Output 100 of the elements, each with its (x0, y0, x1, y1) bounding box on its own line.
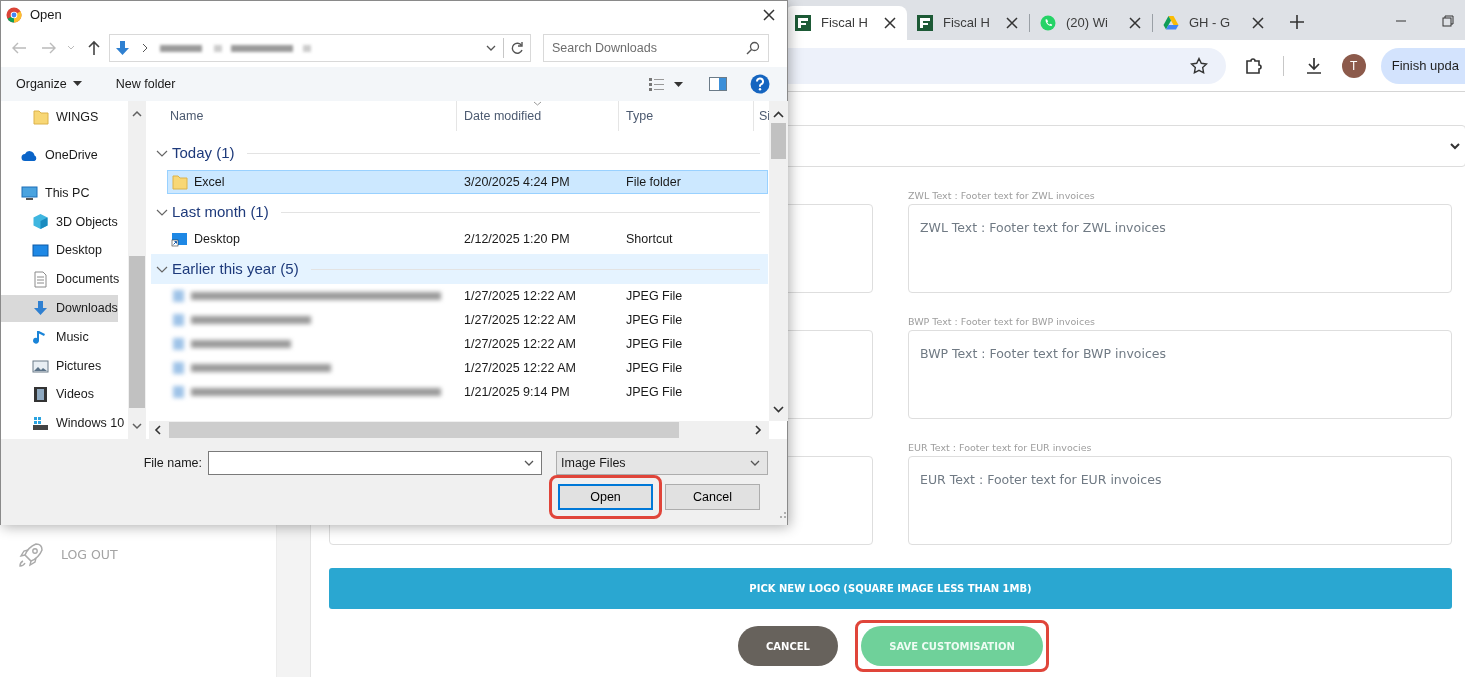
file-row[interactable]: Excel 3/20/2025 4:24 PM File folder (167, 170, 768, 194)
nav-item[interactable]: WINGS (1, 104, 99, 131)
file-name: Excel (194, 173, 225, 191)
view-options-icon[interactable] (648, 77, 686, 91)
close-icon[interactable] (762, 8, 776, 22)
date-cell-text: 3/20/2025 4:24 PM (463, 173, 571, 191)
date-cell-text: 1/27/2025 12:22 AM (463, 335, 577, 353)
field-label: ZWL Text : Footer text for ZWL invoices (908, 189, 1096, 202)
file-row[interactable]: 1/27/2025 12:22 AM JPEG File (167, 356, 768, 380)
folder-icon (171, 173, 188, 191)
shortcut-icon (171, 230, 188, 248)
file-row[interactable]: 1/27/2025 12:22 AM JPEG File (167, 332, 768, 356)
window-title: Open (30, 6, 63, 25)
nav-item[interactable]: Downloads (1, 294, 118, 322)
up-icon[interactable] (87, 40, 101, 56)
browser-tab[interactable]: (20) Wi (1030, 6, 1152, 40)
group-header[interactable]: Earlier this year (5) (151, 254, 768, 284)
cube-icon (32, 213, 49, 231)
download-icon (114, 39, 131, 57)
scrollbar[interactable] (149, 421, 769, 439)
desktop-icon (32, 242, 49, 260)
type-cell-text: JPEG File (625, 383, 683, 401)
nav-item[interactable]: Pictures (1, 352, 102, 380)
monitor-icon (21, 184, 38, 202)
scrollbar[interactable] (128, 101, 146, 439)
file-row[interactable]: 1/21/2025 9:14 PM JPEG File (167, 380, 768, 404)
browser-tab[interactable]: GH - G (1153, 6, 1275, 40)
column-header[interactable]: Type (618, 101, 753, 131)
film-icon (32, 386, 49, 404)
cancel-button[interactable]: CANCEL (738, 626, 838, 666)
organize-menu[interactable]: Organize (16, 74, 82, 94)
new-tab-icon[interactable] (1289, 14, 1305, 30)
nav-item[interactable]: 3D Objects (1, 208, 118, 236)
triangle-logo-icon (1163, 15, 1179, 31)
extensions-icon[interactable] (1243, 55, 1264, 76)
chat-icon (1040, 15, 1056, 31)
caret-icon (72, 81, 82, 87)
preview-pane-icon[interactable] (709, 77, 727, 91)
rocket-icon (17, 541, 45, 569)
picture-icon (32, 357, 49, 375)
search-field[interactable]: Search Downloads (543, 34, 769, 62)
search-icon (746, 41, 760, 55)
group-header[interactable]: Last month (1) (151, 197, 768, 227)
scrollbar[interactable] (769, 101, 788, 421)
file-row[interactable]: 1/27/2025 12:22 AM JPEG File (167, 284, 768, 308)
column-header[interactable]: Name (149, 101, 456, 131)
type-cell-text: JPEG File (625, 287, 683, 305)
date-cell-text: 2/12/2025 1:20 PM (463, 230, 571, 248)
star-icon[interactable] (1189, 56, 1208, 75)
nav-item[interactable]: This PC (1, 179, 90, 207)
new-folder-button[interactable]: New folder (115, 74, 176, 94)
date-cell-text: 1/27/2025 12:22 AM (463, 287, 577, 305)
file-type-select[interactable]: Image Files (556, 451, 768, 475)
text-area[interactable]: BWP Text : Footer text for BWP invoices (908, 330, 1452, 419)
logo-icon (795, 15, 811, 31)
file-row[interactable]: Desktop 2/12/2025 1:20 PM Shortcut (167, 227, 768, 251)
nav-item[interactable]: Videos (1, 381, 94, 409)
type-cell-text: JPEG File (625, 335, 683, 353)
file-name: Desktop (194, 230, 240, 248)
group-header[interactable]: Today (1) (151, 138, 768, 168)
chevron-down-icon (1449, 140, 1461, 152)
open-button[interactable]: Open (558, 484, 653, 510)
resize-grip-icon (777, 509, 787, 519)
nav-item[interactable]: Windows 10 (1, 410, 125, 438)
help-icon[interactable] (750, 74, 770, 94)
type-cell-text: File folder (625, 173, 681, 191)
drive-icon (32, 415, 49, 433)
address-field[interactable] (109, 34, 531, 62)
date-cell-text: 1/27/2025 12:22 AM (463, 359, 577, 377)
close-icon[interactable] (883, 16, 897, 30)
file-name-field[interactable] (208, 451, 542, 475)
download-icon (32, 299, 49, 317)
field-label: EUR Text : Footer text for EUR invocies (908, 441, 1093, 454)
field-label: BWP Text : Footer text for BWP invoices (908, 315, 1096, 328)
close-icon[interactable] (1251, 16, 1265, 30)
browser-tab[interactable]: Fiscal H (907, 6, 1029, 40)
date-cell-text: 1/27/2025 12:22 AM (463, 311, 577, 329)
folder-icon (32, 109, 49, 126)
type-cell-text: JPEG File (625, 311, 683, 329)
nav-item[interactable]: OneDrive (1, 141, 98, 169)
date-cell-text: 1/21/2025 9:14 PM (463, 383, 571, 401)
document-icon (32, 271, 49, 289)
close-icon[interactable] (1005, 16, 1019, 30)
browser-tab[interactable]: Fiscal H (785, 6, 907, 40)
nav-item[interactable]: Music (1, 323, 89, 351)
field-label: File name: (142, 454, 202, 472)
refresh-icon[interactable] (510, 41, 524, 55)
column-header[interactable]: Date modified (456, 101, 618, 131)
text-area[interactable]: ZWL Text : Footer text for ZWL invoices (908, 204, 1452, 293)
text-area[interactable]: EUR Text : Footer text for EUR invoices (908, 456, 1452, 545)
type-cell-text: JPEG File (625, 359, 683, 377)
cancel-button[interactable]: Cancel (665, 484, 760, 510)
restore-icon[interactable] (1442, 15, 1454, 27)
close-icon[interactable] (1128, 16, 1142, 30)
nav-item[interactable]: Documents (1, 266, 120, 294)
nav-item[interactable]: Desktop (1, 237, 102, 265)
file-row[interactable]: 1/27/2025 12:22 AM JPEG File (167, 308, 768, 332)
update-button[interactable]: Finish upda (1380, 47, 1465, 84)
avatar[interactable]: T (1341, 53, 1366, 78)
app-icon (6, 7, 22, 23)
